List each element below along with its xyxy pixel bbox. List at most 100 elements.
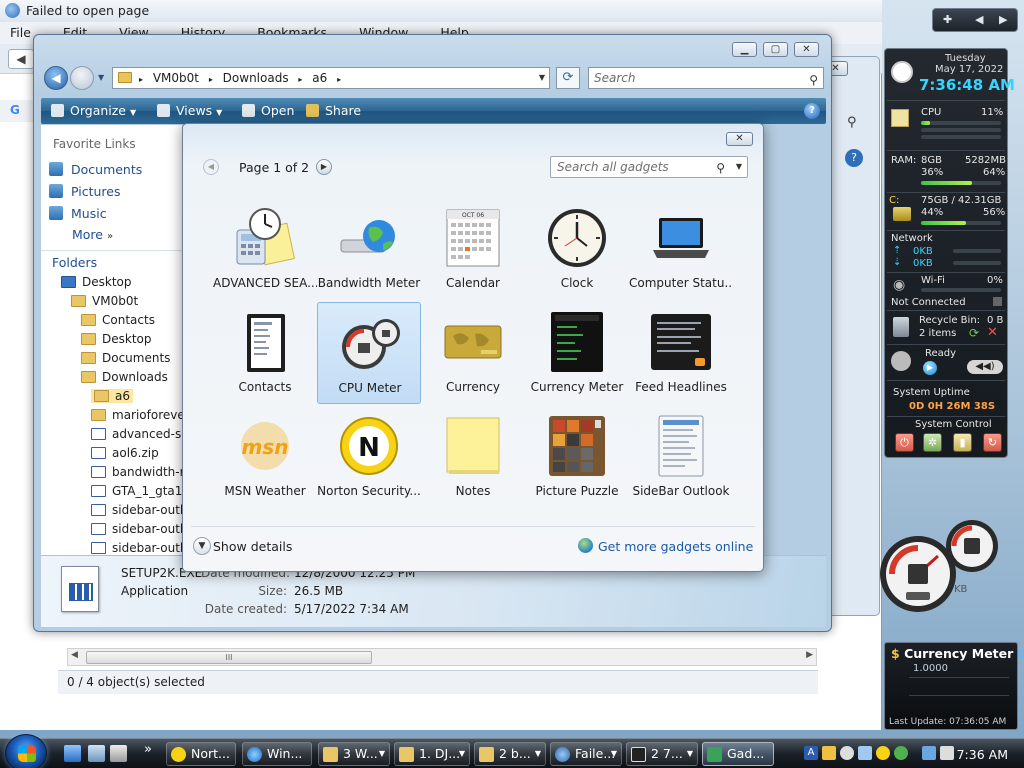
views-button[interactable]: Views ▼ — [157, 98, 222, 126]
back-button[interactable]: ◀ — [44, 66, 68, 90]
address-dropdown-icon[interactable]: ▼ — [539, 68, 545, 88]
gadget-calendar[interactable]: OCT 06 Calendar — [421, 198, 525, 300]
gadget-feed-headlines[interactable]: Feed Headlines — [629, 302, 733, 404]
address-bar[interactable]: ▸ VM0b0t ▸ Downloads ▸ a6 ▸ ▼ — [112, 67, 550, 89]
task-gadgets[interactable]: Gad... — [702, 742, 774, 766]
more-links[interactable]: More » — [72, 227, 113, 242]
folder-tree-item[interactable]: sidebar-outlo — [91, 522, 191, 536]
favorite-music[interactable]: Music — [49, 206, 107, 221]
start-button[interactable] — [5, 734, 47, 768]
folder-tree-item[interactable]: advanced-se — [91, 427, 189, 441]
task-archives[interactable]: 2 b... ▼ — [474, 742, 546, 766]
chevron-down-icon[interactable]: ▼ — [193, 537, 211, 555]
folders-header[interactable]: Folders — [41, 250, 183, 270]
open-button[interactable]: Open — [242, 98, 294, 124]
get-more-gadgets-link[interactable]: Get more gadgets online — [598, 539, 753, 554]
gadget-notes[interactable]: Notes — [421, 406, 525, 508]
task-windows[interactable]: Win... — [242, 742, 312, 766]
search-icon[interactable]: ⚲ — [809, 70, 818, 90]
folder-tree-item[interactable]: Downloads — [81, 370, 168, 384]
gadget-norton-security[interactable]: N Norton Security... — [317, 406, 421, 508]
gadget-computer-status[interactable]: Computer Statu... — [629, 198, 733, 300]
taskbar-clock[interactable]: 7:36 AM — [957, 747, 1008, 762]
wifi-toggle[interactable] — [993, 297, 1002, 306]
menu-file[interactable]: File — [10, 25, 31, 40]
lock-icon[interactable]: ▮ — [953, 433, 972, 452]
switch-windows-icon[interactable] — [88, 745, 105, 762]
folder-tree-item[interactable]: bandwidth-r — [91, 465, 185, 479]
recent-pages-dropdown[interactable]: ▼ — [98, 73, 104, 82]
accessibility-icon[interactable] — [840, 746, 854, 760]
gadget-bandwidth-meter[interactable]: Bandwidth Meter — [317, 198, 421, 300]
gadget-sidebar-outlook[interactable]: SideBar Outlook — [629, 406, 733, 508]
next-page-button[interactable]: ▶ — [316, 159, 332, 175]
gadget-clock[interactable]: Clock — [525, 198, 629, 300]
previous-gadgets-icon[interactable]: ◀ — [975, 9, 983, 31]
task-norton[interactable]: Nort... — [166, 742, 236, 766]
calculator-icon[interactable] — [110, 745, 127, 762]
folder-tree-item[interactable]: Contacts — [81, 313, 155, 327]
volume-icon[interactable]: ◀◀) — [967, 360, 1003, 374]
gadget-msn-weather[interactable]: msn MSN Weather — [213, 406, 317, 508]
gadget-search-input[interactable]: Search all gadgets ⚲ ▼ — [550, 156, 748, 178]
folder-tree-item[interactable]: Documents — [81, 351, 170, 365]
search-input[interactable]: Search ⚲ — [588, 67, 824, 89]
norton-tray-icon[interactable] — [876, 746, 890, 760]
search-icon[interactable]: ⚲ — [716, 158, 725, 178]
google-icon[interactable]: G — [10, 103, 20, 117]
show-details-button[interactable]: Show details — [213, 539, 292, 554]
next-gadgets-icon[interactable]: ▶ — [999, 9, 1007, 31]
task-explorer-folders[interactable]: 3 W... ▼ — [318, 742, 390, 766]
search-dropdown-icon[interactable]: ▼ — [736, 157, 742, 177]
breadcrumb-downloads[interactable]: Downloads — [223, 71, 289, 85]
gadget-currency[interactable]: Currency — [421, 302, 525, 404]
help-icon[interactable]: ? — [804, 103, 820, 119]
network-icon[interactable] — [922, 746, 936, 760]
empty-bin-icon[interactable]: ✕ — [987, 325, 998, 340]
settings-icon[interactable]: ✲ — [923, 433, 942, 452]
refresh-button[interactable]: ⟳ — [556, 67, 580, 89]
scroll-left-icon[interactable]: ◀ — [71, 650, 78, 660]
recycle-bin-icon[interactable] — [893, 317, 909, 337]
folder-tree-item[interactable]: aol6.zip — [91, 446, 159, 460]
breadcrumb-a6[interactable]: a6 — [312, 71, 327, 85]
folder-tree-item[interactable]: marioforever — [91, 408, 190, 422]
folder-tree-item[interactable]: GTA_1_gta1.z — [91, 484, 193, 498]
organize-button[interactable]: Organize ▼ — [51, 98, 136, 126]
gadget-contacts[interactable]: Contacts — [213, 302, 317, 404]
forward-button[interactable] — [70, 66, 94, 90]
share-button[interactable]: Share — [306, 98, 361, 124]
breadcrumb-vm0b0t[interactable]: VM0b0t — [153, 71, 199, 85]
gadget-currency-meter[interactable]: Currency Meter — [525, 302, 629, 404]
minimize-button[interactable]: ▁ — [732, 42, 757, 57]
folder-tree-item[interactable]: Desktop — [81, 332, 152, 346]
gallery-close-button[interactable]: ✕ — [726, 132, 753, 146]
gadget-advanced-search[interactable]: ADVANCED SEA... — [213, 198, 317, 300]
pen-icon[interactable] — [822, 746, 836, 760]
tray-app-icon[interactable] — [858, 746, 872, 760]
add-gadget-icon[interactable]: ✚ — [943, 9, 952, 31]
task-7zip[interactable]: 2 7... ▼ — [626, 742, 698, 766]
browser-back-button[interactable]: ◀ — [8, 49, 34, 69]
background-help-icon[interactable]: ? — [845, 149, 863, 167]
background-search-icon[interactable]: ⚲ — [847, 115, 857, 130]
power-icon[interactable]: ⏻ — [895, 433, 914, 452]
folder-tree-item[interactable]: sidebar-outlo — [91, 503, 191, 517]
gadget-cpu-meter[interactable]: CPU Meter — [317, 302, 421, 404]
close-button[interactable]: ✕ — [794, 42, 819, 57]
gadget-picture-puzzle[interactable]: Picture Puzzle — [525, 406, 629, 508]
currency-meter-gadget[interactable]: $ Currency Meter ⟳ 1.0000 Last Update: 0… — [884, 642, 1024, 730]
quick-launch-more-icon[interactable]: » — [144, 742, 152, 757]
folder-tree-item[interactable]: a6 — [91, 389, 133, 403]
show-desktop-icon[interactable] — [64, 745, 81, 762]
system-monitor-gadget[interactable]: Tuesday May 17, 2022 7:36:48 AM CPU 11% … — [884, 48, 1015, 458]
play-icon[interactable]: ▶ — [923, 361, 937, 375]
folder-tree-item[interactable]: Desktop — [61, 275, 132, 289]
horizontal-scrollbar[interactable]: ◀ III ▶ — [67, 648, 817, 666]
language-icon[interactable]: A — [804, 746, 818, 760]
previous-page-button[interactable]: ◀ — [203, 159, 219, 175]
favorite-documents[interactable]: Documents — [49, 162, 142, 177]
restart-icon[interactable]: ↻ — [983, 433, 1002, 452]
refresh-icon[interactable]: ⟳ — [969, 326, 979, 340]
cpu-meter-desktop-gadget[interactable]: KB — [876, 516, 1004, 616]
